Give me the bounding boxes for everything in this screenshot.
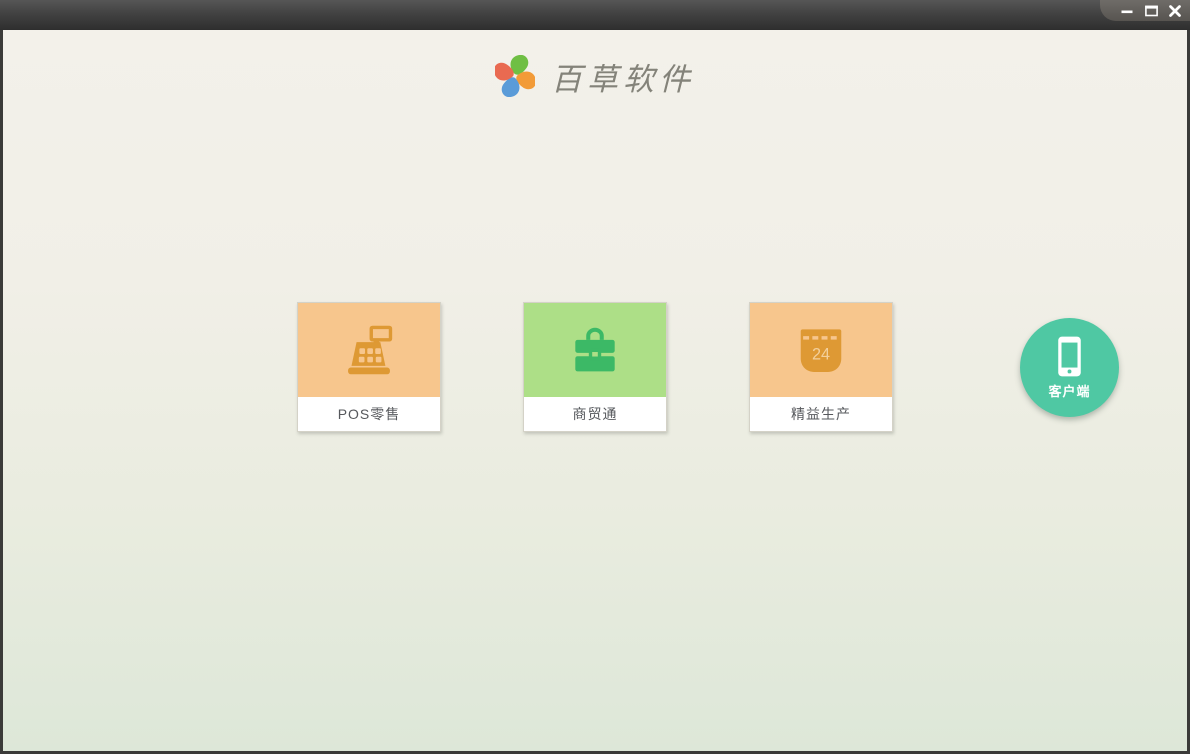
calendar-day-text: 24 [812,346,830,364]
pos-tile-label: POS零售 [298,397,440,431]
product-tile-lean[interactable]: 24 精益生产 [749,302,893,432]
app-window: 百草软件 POS零售 商贸通 24 精益生产 客户端 [0,0,1190,754]
app-title: 百草软件 [551,61,695,98]
trade-tile-image [524,303,666,397]
window-controls [1100,0,1190,21]
minimize-icon [1121,10,1133,13]
main-content: 百草软件 POS零售 商贸通 24 精益生产 客户端 [0,30,1190,754]
brand-header: 百草软件 [3,53,1187,99]
maximize-icon [1144,5,1158,16]
pinwheel-logo-icon [495,55,535,97]
client-button[interactable]: 客户端 [1020,318,1119,417]
close-icon [1169,4,1181,17]
trade-tile-label: 商贸通 [524,397,666,431]
calendar-icon: 24 [800,329,842,372]
lean-tile-label: 精益生产 [750,397,892,431]
client-button-label: 客户端 [1048,384,1091,399]
titlebar[interactable] [0,0,1190,30]
pos-tile-image [298,303,440,397]
briefcase-icon [575,327,615,372]
lean-tile-image: 24 [750,303,892,397]
maximize-button[interactable] [1141,2,1161,20]
smartphone-icon [1058,336,1081,377]
cash-register-icon [348,325,393,375]
product-tile-trade[interactable]: 商贸通 [523,302,667,432]
close-button[interactable] [1165,2,1185,20]
product-tile-pos[interactable]: POS零售 [297,302,441,432]
minimize-button[interactable] [1117,2,1137,20]
